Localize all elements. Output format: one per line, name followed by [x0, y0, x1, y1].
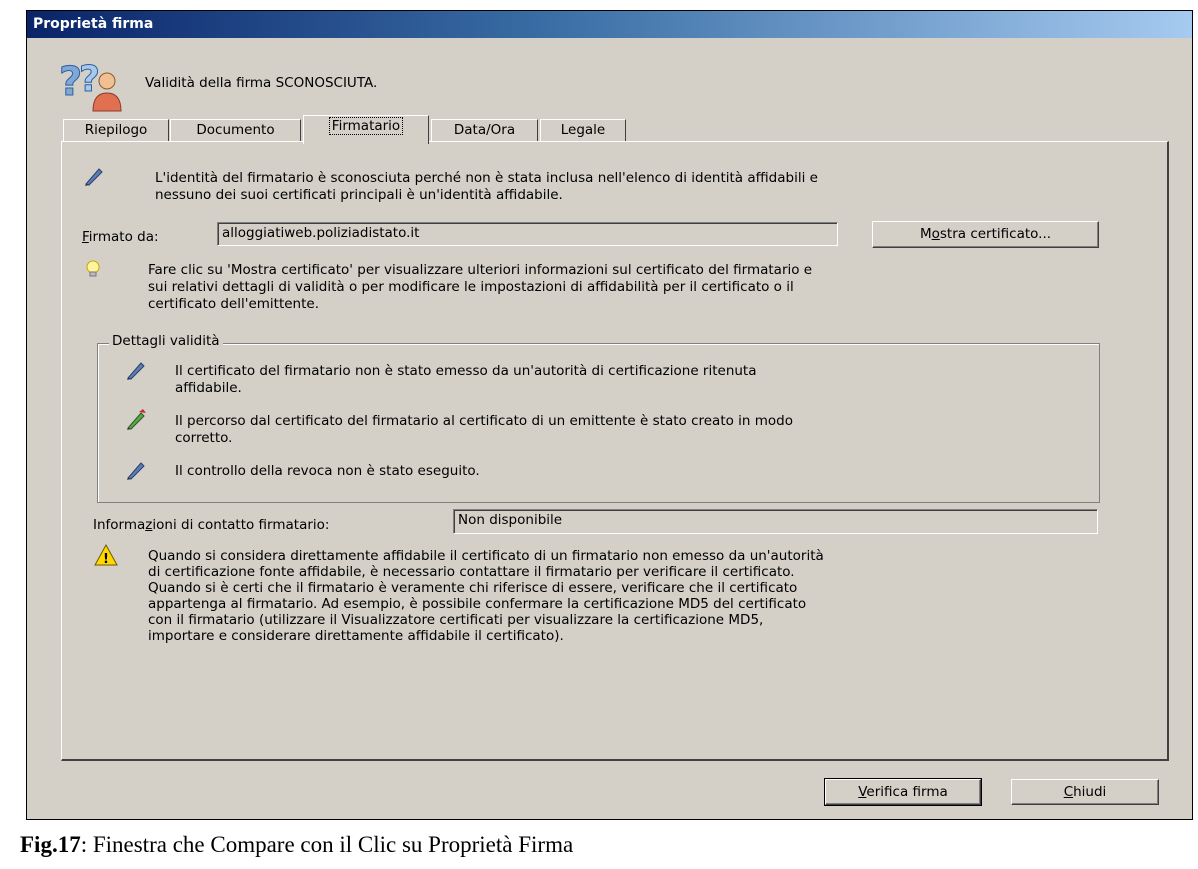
pen-question-icon: [127, 362, 145, 380]
tab-label: Documento: [196, 122, 275, 138]
validity-item1-line1: Il certificato del firmatario non è stat…: [175, 363, 757, 379]
warning-line3: Quando si è certi che il firmatario è ve…: [148, 580, 798, 596]
verify-signature-button[interactable]: Verifica firma: [824, 778, 982, 806]
pen-question-icon: [85, 168, 103, 186]
validity-item1-line2: affidabile.: [175, 380, 242, 396]
warning-icon: !: [94, 543, 118, 567]
signed-by-label: Firmato da:: [82, 229, 159, 245]
svg-text:!: !: [103, 552, 109, 567]
warning-line1: Quando si considera direttamente affidab…: [148, 548, 824, 564]
validity-item3: Il controllo della revoca non è stato es…: [175, 463, 480, 479]
access-key: o: [931, 226, 940, 242]
validity-status: Validità della firma SCONOSCIUTA.: [145, 75, 378, 91]
warning-line4: appartenga al firmatario. Ad esempio, è …: [148, 596, 807, 612]
caption-text: : Finestra che Compare con il Clic su Pr…: [80, 832, 574, 857]
contact-info-value: Non disponibile: [458, 512, 563, 528]
properties-dialog: Proprietà firma ? ? Validità della firma…: [26, 10, 1193, 820]
tab-data-ora[interactable]: Data/Ora: [431, 119, 538, 141]
identity-message-line2: nessuno dei suoi certificati principali …: [155, 187, 563, 203]
label-text: M: [919, 226, 932, 242]
label-text: Informa: [93, 517, 146, 533]
tip-line2: sui relativi dettagli di validità o per …: [148, 279, 794, 295]
figure-caption: Fig.17: Finestra che Compare con il Clic…: [20, 832, 573, 858]
access-key: F: [82, 229, 89, 245]
tab-label: Firmatario: [328, 117, 404, 135]
tab-label: Legale: [560, 122, 606, 138]
show-certificate-button[interactable]: Mostra certificato...: [872, 221, 1099, 248]
caption-number: Fig.17: [20, 832, 81, 857]
tip-line1: Fare clic su 'Mostra certificato' per vi…: [148, 262, 813, 278]
tab-label: Data/Ora: [453, 122, 516, 138]
label-text: irmato da:: [88, 229, 159, 245]
window-title: Proprietà firma: [33, 16, 154, 32]
warning-line6: importare e considerare direttamente aff…: [148, 628, 564, 644]
warning-line5: con il firmatario (utilizzare il Visuali…: [148, 612, 764, 628]
lightbulb-icon: [86, 260, 100, 277]
warning-line2: di certificazione fonte affidabile, è ne…: [148, 564, 795, 580]
tab-documento[interactable]: Documento: [170, 119, 301, 141]
contact-info-label: Informazioni di contatto firmatario:: [93, 517, 329, 533]
pen-check-icon: [127, 409, 146, 430]
signed-by-value: alloggiatiweb.poliziadistato.it: [222, 225, 420, 241]
label-text: hiudi: [1073, 784, 1107, 800]
tip-line3: certificato dell'emittente.: [148, 296, 319, 312]
signed-by-field[interactable]: alloggiatiweb.poliziadistato.it: [217, 222, 838, 246]
svg-text:?: ?: [79, 59, 100, 100]
validity-item2-line1: Il percorso dal certificato del firmatar…: [175, 413, 794, 429]
access-key: C: [1063, 784, 1074, 800]
validity-item2-line2: corretto.: [175, 430, 233, 446]
validity-details-legend: Dettagli validità: [109, 333, 223, 349]
close-button[interactable]: Chiudi: [1011, 779, 1159, 805]
title-bar[interactable]: Proprietà firma: [27, 11, 1192, 38]
tab-legale[interactable]: Legale: [540, 119, 626, 141]
contact-info-field[interactable]: Non disponibile: [453, 509, 1098, 534]
label-text: ioni di contatto firmatario:: [152, 517, 330, 533]
question-user-icon: ? ?: [59, 59, 122, 112]
tab-label: Riepilogo: [84, 122, 148, 138]
tab-firmatario[interactable]: Firmatario: [303, 115, 429, 144]
identity-message-line1: L'identità del firmatario è sconosciuta …: [155, 170, 818, 186]
label-text: stra certificato...: [939, 226, 1052, 242]
tab-riepilogo[interactable]: Riepilogo: [63, 119, 169, 141]
label-text: erifica firma: [866, 784, 948, 800]
pen-question-icon: [127, 462, 145, 480]
